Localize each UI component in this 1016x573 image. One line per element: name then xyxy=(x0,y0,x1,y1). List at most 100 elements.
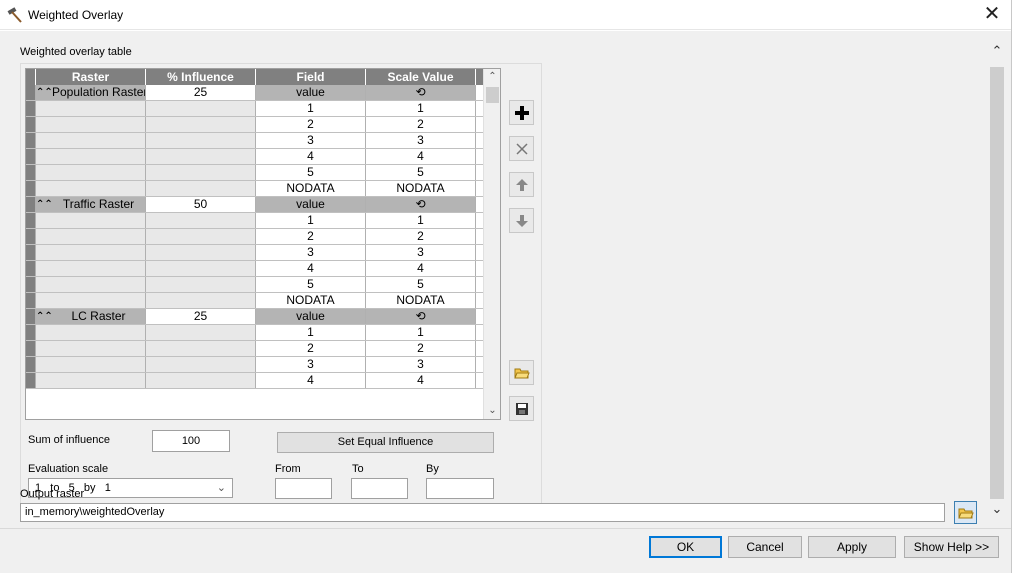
row-selector[interactable] xyxy=(26,245,36,260)
raster-name-cell[interactable]: ⌃⌃ LC Raster xyxy=(36,309,146,324)
table-scrollbar[interactable]: ⌃ ⌄ xyxy=(483,69,500,419)
scale-value-cell[interactable]: 2 xyxy=(366,341,476,356)
save-table-button[interactable] xyxy=(509,396,534,421)
row-selector[interactable] xyxy=(26,293,36,308)
influence-cell[interactable]: 25 xyxy=(146,309,256,324)
influence-empty-cell xyxy=(146,245,256,260)
scale-reset-cell[interactable]: ⟲ xyxy=(366,85,476,100)
close-button[interactable]: ✕ xyxy=(980,3,1004,27)
raster-name: Population Raster xyxy=(52,85,146,99)
remove-raster-button[interactable] xyxy=(509,136,534,161)
influence-empty-cell xyxy=(146,117,256,132)
scroll-up-icon[interactable]: ⌃ xyxy=(484,69,500,85)
scale-value-cell[interactable]: NODATA xyxy=(366,293,476,308)
raster-group-row[interactable]: ⌃⌃ LC Raster 25 value ⟲ xyxy=(26,309,484,325)
scale-reset-cell[interactable]: ⟲ xyxy=(366,309,476,324)
output-raster-input[interactable]: in_memory\weightedOverlay xyxy=(20,503,945,522)
scale-value-cell[interactable]: 1 xyxy=(366,325,476,340)
scale-value-cell[interactable]: NODATA xyxy=(366,181,476,196)
raster-empty-cell xyxy=(36,181,146,196)
move-down-button[interactable] xyxy=(509,208,534,233)
collapse-icon[interactable]: ⌃⌃ xyxy=(36,309,53,324)
scale-value-cell[interactable]: 1 xyxy=(366,101,476,116)
raster-group-row[interactable]: ⌃⌃ Population Raster 25 value ⟲ xyxy=(26,85,484,101)
raster-empty-cell xyxy=(36,293,146,308)
weighted-overlay-table: Raster % Influence Field Scale Value ⌃⌃ P… xyxy=(25,68,501,420)
influence-cell[interactable]: 25 xyxy=(146,85,256,100)
row-selector[interactable] xyxy=(26,357,36,372)
cancel-button[interactable]: Cancel xyxy=(728,536,802,558)
to-input[interactable] xyxy=(351,478,408,499)
scale-value-cell[interactable]: 2 xyxy=(366,117,476,132)
scale-reset-cell[interactable]: ⟲ xyxy=(366,197,476,212)
table-row: 33 xyxy=(26,245,484,261)
folder-open-icon xyxy=(957,508,974,519)
header-field[interactable]: Field xyxy=(256,69,366,85)
influence-empty-cell xyxy=(146,181,256,196)
field-value-cell: NODATA xyxy=(256,293,366,308)
apply-button[interactable]: Apply xyxy=(808,536,896,558)
row-selector[interactable] xyxy=(26,277,36,292)
row-selector[interactable] xyxy=(26,197,36,212)
row-selector[interactable] xyxy=(26,85,36,100)
browse-output-button[interactable] xyxy=(954,501,977,524)
field-cell[interactable]: value xyxy=(256,309,366,324)
scale-value-cell[interactable]: 4 xyxy=(366,261,476,276)
scroll-down-icon[interactable]: ⌄ xyxy=(484,403,500,419)
by-input[interactable] xyxy=(426,478,494,499)
header-raster[interactable]: Raster xyxy=(36,69,146,85)
row-selector[interactable] xyxy=(26,373,36,388)
collapse-icon[interactable]: ⌃⌃ xyxy=(36,85,53,100)
field-cell[interactable]: value xyxy=(256,85,366,100)
ok-button[interactable]: OK xyxy=(649,536,722,558)
scale-value-cell[interactable]: 4 xyxy=(366,373,476,388)
scale-value-cell[interactable]: 3 xyxy=(366,133,476,148)
row-selector[interactable] xyxy=(26,213,36,228)
row-selector[interactable] xyxy=(26,165,36,180)
scale-value-cell[interactable]: 1 xyxy=(366,213,476,228)
row-selector[interactable] xyxy=(26,181,36,196)
show-help-button[interactable]: Show Help >> xyxy=(904,536,999,558)
table-row: 11 xyxy=(26,325,484,341)
table-row: 55 xyxy=(26,165,484,181)
row-selector[interactable] xyxy=(26,229,36,244)
scale-value-cell[interactable]: 5 xyxy=(366,165,476,180)
add-raster-button[interactable] xyxy=(509,100,534,125)
influence-empty-cell xyxy=(146,325,256,340)
raster-group-row[interactable]: ⌃⌃ Traffic Raster 50 value ⟲ xyxy=(26,197,484,213)
table-header: Raster % Influence Field Scale Value xyxy=(26,69,484,85)
raster-name-cell[interactable]: ⌃⌃ Traffic Raster xyxy=(36,197,146,212)
move-up-button[interactable] xyxy=(509,172,534,197)
remove-icon xyxy=(515,143,528,155)
scroll-thumb[interactable] xyxy=(990,67,1004,499)
row-selector[interactable] xyxy=(26,341,36,356)
row-selector[interactable] xyxy=(26,325,36,340)
header-scale-value[interactable]: Scale Value xyxy=(366,69,476,85)
scroll-up-icon[interactable]: ⌃ xyxy=(988,43,1006,61)
row-selector[interactable] xyxy=(26,101,36,116)
scale-value-cell[interactable]: 3 xyxy=(366,245,476,260)
open-table-button[interactable] xyxy=(509,360,534,385)
scroll-thumb[interactable] xyxy=(486,87,499,103)
scale-value-cell[interactable]: 5 xyxy=(366,277,476,292)
scale-value-cell[interactable]: 2 xyxy=(366,229,476,244)
row-selector[interactable] xyxy=(26,149,36,164)
field-value-cell: 4 xyxy=(256,261,366,276)
dialog-scrollbar[interactable]: ⌃ ⌄ xyxy=(988,41,1006,519)
from-input[interactable] xyxy=(275,478,332,499)
set-equal-influence-button[interactable]: Set Equal Influence xyxy=(277,432,494,453)
row-selector[interactable] xyxy=(26,309,36,324)
field-cell[interactable]: value xyxy=(256,197,366,212)
scale-value-cell[interactable]: 3 xyxy=(366,357,476,372)
raster-name-cell[interactable]: ⌃⌃ Population Raster xyxy=(36,85,146,100)
header-influence[interactable]: % Influence xyxy=(146,69,256,85)
table-row: 44 xyxy=(26,373,484,389)
scale-value-cell[interactable]: 4 xyxy=(366,149,476,164)
influence-cell[interactable]: 50 xyxy=(146,197,256,212)
collapse-icon[interactable]: ⌃⌃ xyxy=(36,197,53,212)
row-selector[interactable] xyxy=(26,133,36,148)
raster-empty-cell xyxy=(36,373,146,388)
row-selector[interactable] xyxy=(26,117,36,132)
scroll-down-icon[interactable]: ⌄ xyxy=(988,501,1006,519)
row-selector[interactable] xyxy=(26,261,36,276)
